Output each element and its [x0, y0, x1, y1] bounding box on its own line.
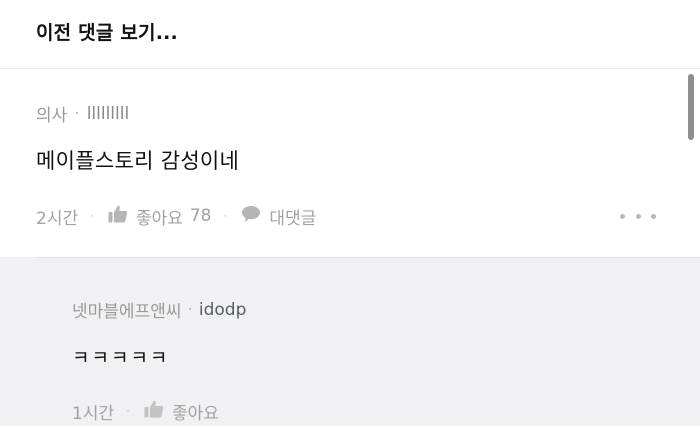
more-dots-icon — [635, 213, 641, 219]
reply: 넷마블에프앤씨 · idodp ㅋㅋㅋㅋㅋ 1시간 · 좋아요 — [0, 257, 700, 426]
like-count: 78 — [189, 206, 212, 226]
comment-text: 메이플스토리 감성이네 — [36, 149, 240, 173]
speech-bubble-icon — [241, 205, 269, 228]
previous-comments-bar: 이전 댓글 보기... — [0, 0, 700, 69]
comment-user-id[interactable]: lllllllll — [87, 104, 130, 124]
reply-time: 1시간 — [72, 403, 115, 424]
previous-comments-link[interactable]: 이전 댓글 보기... — [36, 18, 178, 45]
comment: 의사 · lllllllll 메이플스토리 감성이네 2시간 · 좋아요 78 … — [0, 69, 700, 257]
more-dots-icon — [620, 213, 625, 219]
reply-text: ㅋㅋㅋㅋㅋ — [72, 347, 170, 369]
thumbs-up-icon — [144, 400, 172, 423]
more-options-button[interactable] — [620, 204, 656, 228]
thumbs-up-icon — [108, 205, 136, 228]
reply-like-button[interactable]: 좋아요 — [144, 399, 219, 424]
reply-label: 대댓글 — [269, 208, 317, 229]
reply-meta: 넷마블에프앤씨 · idodp — [72, 297, 247, 323]
action-separator: · — [90, 209, 94, 223]
reply-divider — [36, 257, 700, 258]
more-dots-icon — [651, 213, 656, 219]
action-separator: · — [223, 209, 228, 223]
comment-actions: 2시간 · 좋아요 78 · 대댓글 — [36, 204, 316, 229]
meta-separator: · — [74, 103, 80, 124]
comment-thread: 이전 댓글 보기... 의사 · lllllllll 메이플스토리 감성이네 2… — [0, 0, 700, 426]
comment-time: 2시간 — [36, 208, 79, 229]
reply-actions: 1시간 · 좋아요 — [72, 399, 219, 424]
reply-like-label: 좋아요 — [171, 403, 219, 424]
like-button[interactable]: 좋아요 78 — [108, 204, 212, 229]
comment-meta: 의사 · lllllllll — [36, 101, 130, 127]
scrollbar-thumb[interactable] — [688, 74, 694, 140]
reply-button[interactable]: 대댓글 — [241, 204, 316, 229]
action-separator: · — [126, 404, 130, 418]
reply-user-id[interactable]: idodp — [199, 300, 247, 320]
meta-separator: · — [187, 299, 193, 320]
comment-author[interactable]: 의사 — [36, 101, 67, 126]
reply-author[interactable]: 넷마블에프앤씨 — [72, 297, 181, 322]
like-label: 좋아요 — [135, 208, 183, 229]
